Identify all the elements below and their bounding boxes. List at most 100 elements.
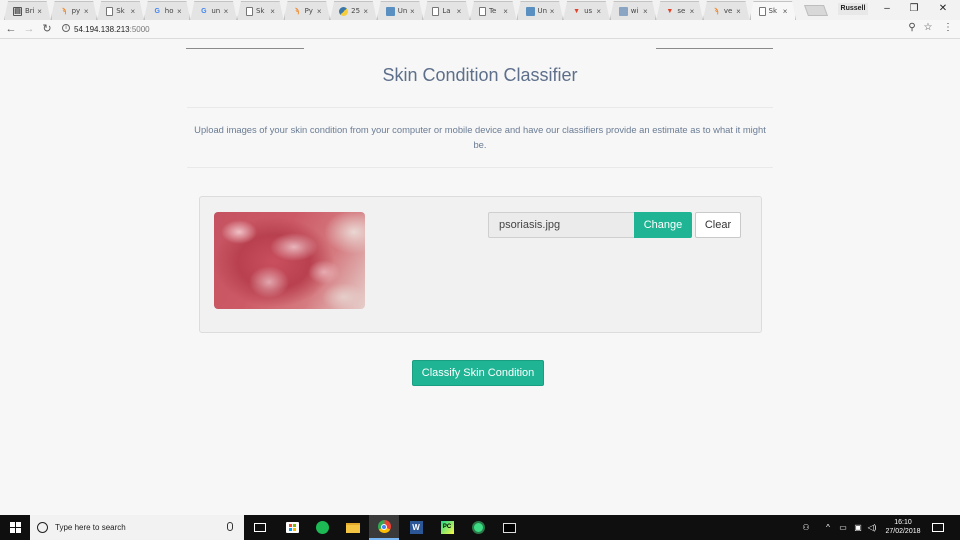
google-icon: G (201, 7, 207, 15)
tab-close-icon[interactable]: × (129, 7, 137, 16)
profile-button[interactable]: Russell (838, 3, 868, 15)
tab-title: un (211, 7, 221, 15)
tab-close-icon[interactable]: × (641, 7, 649, 16)
browser-tab[interactable]: Sk × (97, 1, 144, 20)
doc-icon (106, 7, 113, 16)
browser-toolbar: ← → ↻ 54.194.138.213:5000 (0, 20, 960, 39)
tab-close-icon[interactable]: × (36, 7, 44, 16)
header-divider-right (656, 48, 773, 49)
minimize-button[interactable]: – (874, 0, 900, 18)
site-info-icon[interactable]: i (62, 24, 70, 32)
pycharm-app[interactable]: PC (432, 515, 462, 540)
browser-tab[interactable]: wi × (610, 1, 657, 20)
browser-tab[interactable]: ϡ ve × (703, 1, 750, 20)
page-title: Skin Condition Classifier (382, 65, 578, 85)
tab-title: Un (397, 7, 408, 15)
notifications-icon[interactable] (932, 523, 944, 532)
task-view-icon (254, 523, 266, 532)
tab-title: us (584, 7, 593, 15)
browser-tab[interactable]: Gun × (190, 1, 237, 20)
tab-close-icon[interactable]: × (408, 7, 416, 16)
classify-button[interactable]: Classify Skin Condition (412, 360, 544, 386)
gitlab-icon: ▼ (666, 7, 674, 15)
tab-title: ho (164, 7, 174, 15)
browser-tab[interactable]: ϡ Py × (284, 1, 331, 20)
change-button[interactable]: Change (634, 212, 692, 238)
browser-tab[interactable]: La × (423, 1, 470, 20)
tab-close-icon[interactable]: × (735, 7, 743, 16)
browser-tab[interactable]: ϡ py × (51, 1, 98, 20)
people-icon[interactable]: ⚇ (800, 515, 812, 540)
browser-tab[interactable]: Te × (470, 1, 517, 20)
tab-title: 25 (351, 7, 361, 15)
address-bar[interactable]: 54.194.138.213:5000 (58, 22, 938, 37)
tab-close-icon[interactable]: × (362, 7, 370, 16)
file-explorer-app[interactable] (338, 515, 368, 540)
forward-icon[interactable]: → (22, 22, 36, 36)
clock[interactable]: 16:10 27/02/2018 (880, 518, 926, 536)
doc-icon (246, 7, 253, 16)
show-hidden-icons-icon[interactable]: ^ (823, 515, 833, 540)
intro-text: Upload images of your skin condition fro… (194, 124, 766, 150)
browser-tab[interactable]: ▤ Bri × (4, 1, 51, 20)
tab-close-icon[interactable]: × (455, 7, 463, 16)
tab-close-icon[interactable]: × (175, 7, 183, 16)
tab-close-icon[interactable]: × (315, 7, 323, 16)
chrome-app[interactable] (369, 515, 399, 540)
new-tab-button[interactable] (803, 5, 829, 16)
header-divider-left (186, 48, 304, 49)
close-window-button[interactable]: ✕ (930, 0, 956, 18)
reload-icon[interactable]: ↻ (40, 22, 54, 36)
task-view-button[interactable] (245, 515, 275, 540)
browser-tab[interactable]: Un × (517, 1, 564, 20)
tab-close-icon[interactable]: × (781, 7, 789, 16)
terminal-app[interactable] (494, 515, 524, 540)
battery-icon[interactable]: ▭ (837, 515, 849, 540)
browser-tab[interactable]: ▼ se × (656, 1, 703, 20)
tab-title: Un (537, 7, 548, 15)
tab-close-icon[interactable]: × (595, 7, 603, 16)
terminal-icon (502, 522, 516, 533)
volume-icon[interactable]: ◁) (866, 515, 878, 540)
url-port: :5000 (129, 25, 150, 34)
spotify-app[interactable] (307, 515, 337, 540)
zoom-icon[interactable]: ⚲ (906, 21, 918, 35)
firefox-icon: ϡ (294, 7, 300, 15)
store-app[interactable] (277, 515, 307, 540)
bookmark-star-icon[interactable]: ☆ (922, 21, 934, 35)
tab-title: Sk (116, 7, 125, 15)
browser-tab[interactable]: Sk × (237, 1, 284, 20)
microphone-icon[interactable] (227, 522, 233, 531)
tab-close-icon[interactable]: × (222, 7, 230, 16)
browser-tab[interactable]: 25 × (330, 1, 377, 20)
image-icon (386, 7, 395, 16)
browser-tab[interactable]: Gho × (144, 1, 191, 20)
filename-field[interactable]: psoriasis.jpg (488, 212, 634, 238)
browser-tab[interactable]: ▼ us × (563, 1, 610, 20)
wordnet-icon (619, 7, 628, 16)
browser-tab[interactable]: Un × (377, 1, 424, 20)
page-content: Skin Condition Classifier Upload images … (0, 40, 960, 515)
tab-close-icon[interactable]: × (82, 7, 90, 16)
tab-close-icon[interactable]: × (548, 7, 556, 16)
clear-button[interactable]: Clear (695, 212, 741, 238)
tab-close-icon[interactable]: × (269, 7, 277, 16)
tab-close-icon[interactable]: × (502, 7, 510, 16)
word-icon: W (409, 521, 423, 534)
network-icon[interactable]: ▣ (852, 515, 864, 540)
browser-tab[interactable]: Sk × (750, 1, 797, 20)
windows-logo-icon (9, 522, 21, 533)
divider (187, 167, 773, 168)
python-icon (339, 7, 348, 16)
tab-close-icon[interactable]: × (688, 7, 696, 16)
firefox-icon: ϡ (714, 7, 719, 15)
back-icon[interactable]: ← (4, 22, 18, 36)
menu-icon[interactable]: ⋮ (942, 21, 954, 35)
restore-button[interactable]: ❐ (901, 0, 927, 18)
android-studio-app[interactable] (463, 515, 493, 540)
word-app[interactable]: W (401, 515, 431, 540)
taskbar-search-box[interactable]: Type here to search (30, 515, 244, 540)
doc-icon (432, 7, 439, 16)
book-icon: ▤ (14, 8, 21, 15)
start-button[interactable] (0, 515, 30, 540)
